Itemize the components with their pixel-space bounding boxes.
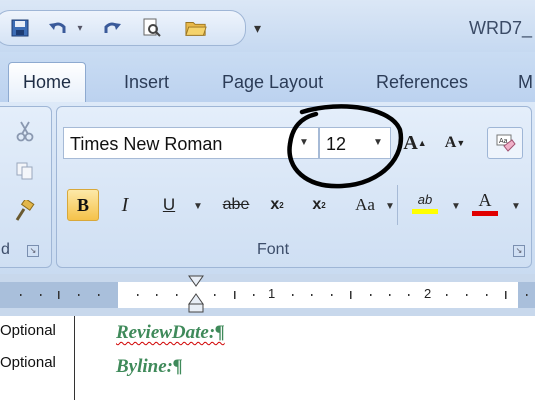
document-page[interactable]: Optional Optional ReviewDate:¶ Byline:¶	[0, 316, 535, 400]
quick-access-toolbar: ▾	[0, 10, 246, 46]
tab-home[interactable]: Home	[8, 62, 87, 103]
ribbon-tabs: Home Insert Page Layout References M	[0, 52, 535, 103]
format-painter-icon[interactable]	[9, 195, 41, 227]
change-case-label: Aa	[355, 195, 375, 214]
font-color-swatch	[472, 211, 498, 216]
strikethrough-label: abe	[222, 196, 250, 213]
document-line-byline[interactable]: Byline:¶	[116, 356, 183, 378]
underline-dropdown-icon[interactable]: ▼	[193, 201, 203, 212]
tab-references[interactable]: References	[376, 72, 468, 93]
ribbon: d ↘ Times New Roman ▼ 12 ▼ A ▲ A ▼ Aa B I …	[0, 102, 535, 274]
print-preview-icon[interactable]	[141, 17, 163, 39]
clipboard-group-label: d	[1, 241, 10, 258]
clear-formatting-icon: Aa	[496, 134, 516, 152]
italic-label: I	[121, 193, 129, 216]
save-icon[interactable]	[9, 17, 31, 39]
undo-icon[interactable]	[47, 17, 69, 39]
strikethrough-button[interactable]: abe	[215, 189, 257, 221]
style-area-entry: Optional	[0, 354, 56, 371]
tab-insert[interactable]: Insert	[124, 72, 169, 93]
customize-qat-icon[interactable]: ▾	[254, 20, 261, 37]
horizontal-ruler[interactable]: 1 2	[0, 274, 535, 316]
clipboard-dialog-launcher-icon[interactable]: ↘	[27, 245, 39, 257]
cut-icon[interactable]	[9, 115, 41, 147]
indent-marker-icon[interactable]	[186, 274, 206, 316]
change-case-dropdown-icon[interactable]: ▼	[385, 201, 395, 212]
font-color-button[interactable]: A	[469, 187, 501, 219]
tab-page-layout[interactable]: Page Layout	[222, 72, 323, 93]
font-color-dropdown-icon[interactable]: ▼	[511, 201, 521, 212]
open-folder-icon[interactable]	[185, 17, 207, 39]
shrink-font-button[interactable]: A ▼	[439, 127, 471, 159]
ruler-number-1: 1	[268, 286, 276, 301]
ruler-number-2: 2	[424, 286, 432, 301]
highlight-color-swatch	[412, 209, 438, 214]
undo-dropdown-icon[interactable]: ▾	[69, 17, 91, 39]
subscript-label: x	[270, 196, 280, 213]
underline-label: U	[162, 195, 176, 214]
bold-button[interactable]: B	[67, 189, 99, 221]
highlight-label: ab	[417, 192, 433, 207]
copy-icon[interactable]	[9, 155, 41, 187]
bold-label: B	[76, 194, 89, 215]
change-case-button[interactable]: Aa	[347, 189, 383, 221]
shrink-font-label: A	[444, 134, 457, 151]
annotation-circle	[287, 104, 404, 189]
document-title: WRD7_	[469, 18, 533, 38]
highlight-button[interactable]: ab	[409, 187, 441, 219]
subscript-button[interactable]: x2	[261, 189, 293, 221]
underline-button[interactable]: U	[153, 189, 185, 221]
font-dialog-launcher-icon[interactable]: ↘	[513, 245, 525, 257]
highlight-dropdown-icon[interactable]: ▼	[451, 201, 461, 212]
style-area-divider[interactable]	[74, 316, 75, 400]
font-group-label: Font	[257, 241, 290, 258]
tab-mailings[interactable]: M	[518, 72, 533, 93]
font-name-value: Times New Roman	[70, 134, 223, 154]
font-name-combo[interactable]: Times New Roman	[63, 127, 319, 159]
clear-formatting-button[interactable]: Aa	[487, 127, 523, 159]
italic-button[interactable]: I	[109, 189, 141, 221]
superscript-label: x	[312, 196, 322, 213]
style-area-entry: Optional	[0, 322, 56, 339]
document-line-review-date[interactable]: ReviewDate:¶	[116, 322, 225, 344]
clipboard-group: d ↘	[0, 106, 52, 268]
font-color-label: A	[478, 190, 492, 210]
superscript-button[interactable]: x2	[303, 189, 335, 221]
title-bar: ▾ ▾ WRD7_	[0, 0, 535, 52]
redo-icon[interactable]	[101, 17, 123, 39]
